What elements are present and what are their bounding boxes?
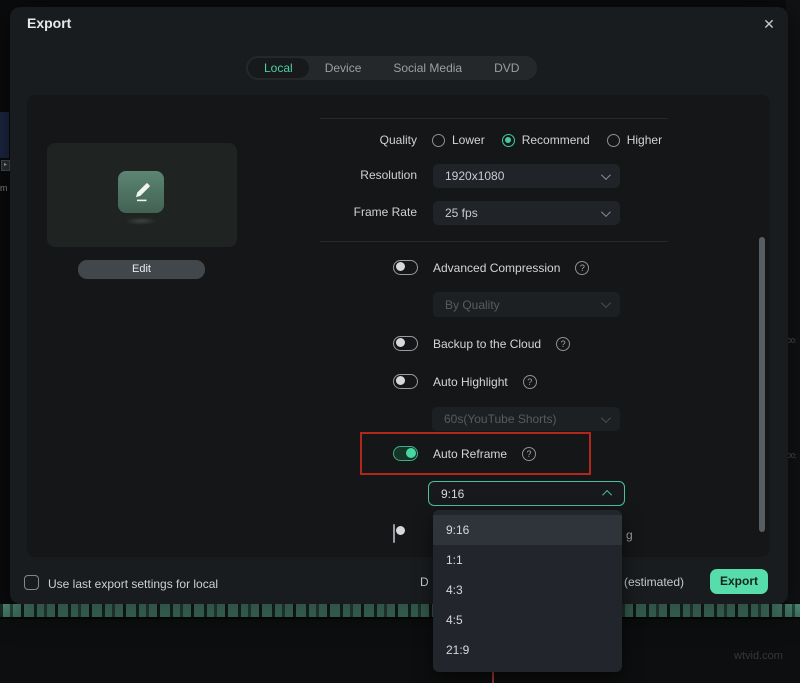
auto-highlight-label: Auto Highlight [433,375,508,389]
timecode-fragment: 00: [787,338,797,345]
quality-label: Quality [277,133,417,147]
video-thumbnail [47,143,237,247]
tab-social-media[interactable]: Social Media [377,58,478,78]
duration-text-fragment: D [420,575,429,589]
export-settings-panel: Edit Quality Lower Recommend Higher [27,95,770,557]
menu-item-21-9[interactable]: 21:9 [433,635,622,665]
radio-lower-label: Lower [452,133,485,147]
background-clip-fragment [0,112,9,158]
export-button[interactable]: Export [710,569,768,594]
resolution-value: 1920x1080 [445,169,504,183]
chevron-down-icon [601,413,611,423]
radio-higher[interactable]: Higher [607,133,662,147]
panel-scrollbar[interactable] [759,237,765,532]
background-track-icon: ▸ [1,160,10,171]
advanced-compression-toggle[interactable] [393,260,418,275]
highlight-duration-value: 60s(YouTube Shorts) [444,412,557,426]
chevron-down-icon [601,298,611,308]
background-text-fragment: m [0,183,8,193]
compression-mode-value: By Quality [445,298,500,312]
hidden-setting-toggle[interactable] [393,524,395,543]
resolution-label: Resolution [277,168,417,182]
export-dialog: Export ✕ Local Device Social Media DVD E… [10,7,788,604]
frame-rate-label: Frame Rate [277,205,417,219]
aspect-ratio-select[interactable]: 9:16 [428,481,625,506]
chevron-down-icon [601,207,611,217]
help-icon[interactable]: ? [556,337,570,351]
edit-button[interactable]: Edit [78,260,205,279]
aspect-ratio-value: 9:16 [441,487,464,501]
timecode-fragment: 00; [787,453,797,460]
radio-circle-icon [607,134,620,147]
resolution-select[interactable]: 1920x1080 [433,164,620,188]
backup-cloud-label: Backup to the Cloud [433,337,541,351]
red-highlight-rectangle [360,432,591,475]
export-tab-bar: Local Device Social Media DVD [246,56,537,80]
edit-pencil-icon [118,171,164,213]
use-last-settings-label: Use last export settings for local [48,577,218,591]
auto-highlight-toggle[interactable] [393,374,418,389]
radio-circle-icon [432,134,445,147]
advanced-compression-label: Advanced Compression [433,261,560,275]
divider [320,241,668,242]
radio-lower[interactable]: Lower [432,133,485,147]
pencil-glyph [129,180,153,204]
chevron-up-icon [602,490,612,500]
tab-device[interactable]: Device [309,58,378,78]
radio-higher-label: Higher [627,133,662,147]
frame-rate-value: 25 fps [445,206,478,220]
tab-local[interactable]: Local [248,58,309,78]
watermark: wtvid.com [734,650,783,662]
highlight-duration-select: 60s(YouTube Shorts) [432,407,620,431]
radio-selected-icon [502,134,515,147]
auto-highlight-row: Auto Highlight ? [393,374,537,389]
frame-rate-select[interactable]: 25 fps [433,201,620,225]
aspect-ratio-dropdown: 9:16 1:1 4:3 4:5 21:9 [433,510,622,672]
hidden-text-fragment: g [626,528,633,542]
audio-waveform-track [0,603,800,619]
close-icon[interactable]: ✕ [758,13,780,35]
advanced-compression-row: Advanced Compression ? [393,260,589,275]
menu-item-9-16[interactable]: 9:16 [433,515,622,545]
dialog-title: Export [27,15,71,31]
divider [320,118,668,119]
menu-item-4-3[interactable]: 4:3 [433,575,622,605]
menu-item-4-5[interactable]: 4:5 [433,605,622,635]
radio-recommend[interactable]: Recommend [502,133,590,147]
timeline-background [0,619,800,683]
quality-row: Quality Lower Recommend Higher [277,133,662,147]
help-icon[interactable]: ? [575,261,589,275]
tab-dvd[interactable]: DVD [478,58,535,78]
chevron-down-icon [601,170,611,180]
use-last-settings-checkbox[interactable] [24,575,39,590]
backup-cloud-row: Backup to the Cloud ? [393,336,570,351]
icon-reflection [125,217,157,225]
compression-mode-select: By Quality [433,292,620,317]
menu-item-1-1[interactable]: 1:1 [433,545,622,575]
help-icon[interactable]: ? [523,375,537,389]
radio-recommend-label: Recommend [522,133,590,147]
estimated-label: (estimated) [624,575,684,589]
backup-cloud-toggle[interactable] [393,336,418,351]
